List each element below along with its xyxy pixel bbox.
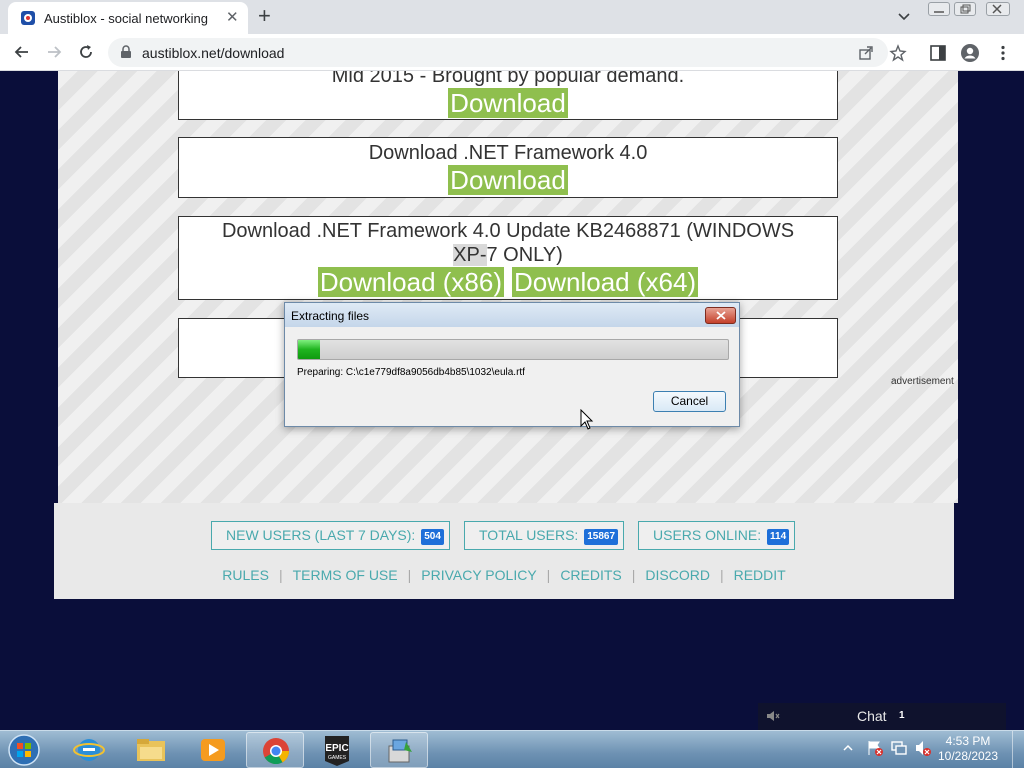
taskbar-chrome[interactable] bbox=[246, 732, 304, 768]
progress-fill bbox=[298, 340, 320, 359]
back-arrow-icon[interactable] bbox=[12, 42, 32, 62]
dialog-title: Extracting files bbox=[291, 309, 370, 323]
dialog-titlebar[interactable]: Extracting files bbox=[285, 303, 739, 327]
netfx-box: Download .NET Framework 4.0 Download bbox=[178, 137, 838, 198]
stat-total-users-count: 15867 bbox=[584, 529, 619, 545]
forward-arrow-icon[interactable] bbox=[44, 42, 64, 62]
internet-explorer-icon bbox=[73, 739, 105, 761]
new-tab-icon[interactable]: + bbox=[258, 3, 271, 29]
stat-users-online-label: USERS ONLINE: bbox=[653, 527, 762, 543]
legacy-download-button[interactable]: Download bbox=[448, 88, 568, 118]
netfx-download-button[interactable]: Download bbox=[448, 165, 568, 195]
tab-title: Austiblox - social networking bbox=[44, 11, 209, 26]
address-bar[interactable]: austiblox.net/download bbox=[108, 38, 888, 67]
extraction-progress-bar bbox=[297, 339, 729, 360]
footer-links: RULES | TERMS OF USE | PRIVACY POLICY | CREDIT… bbox=[54, 567, 954, 583]
url-text: austiblox.net/download bbox=[142, 45, 285, 61]
stat-users-online-count: 114 bbox=[767, 529, 790, 545]
kb-heading-rest: 7 ONLY) bbox=[486, 244, 563, 266]
browser-tab[interactable]: Austiblox - social networking ✕ bbox=[8, 2, 248, 34]
epic-logo-text: EPIC bbox=[325, 743, 348, 754]
netfx-heading: Download .NET Framework 4.0 bbox=[368, 142, 648, 164]
link-separator: | bbox=[546, 567, 551, 583]
bookmark-star-icon[interactable] bbox=[889, 44, 907, 62]
reload-icon[interactable] bbox=[76, 42, 96, 62]
legacy-client-heading: Mid 2015 - Brought by popular demand. bbox=[331, 71, 685, 87]
cancel-button[interactable]: Cancel bbox=[653, 391, 726, 412]
advertisement-label: advertisement bbox=[891, 376, 954, 387]
link-separator: | bbox=[407, 567, 412, 583]
stat-new-users-label: NEW USERS (LAST 7 DAYS): bbox=[226, 527, 416, 543]
close-icon bbox=[716, 311, 726, 320]
download-x64-button[interactable]: Download (x64) bbox=[512, 267, 699, 297]
austiblox-favicon-icon bbox=[21, 11, 35, 25]
folder-icon bbox=[137, 739, 165, 761]
media-player-icon bbox=[201, 739, 225, 761]
extraction-status-text: Preparing: C:\c1e779df8a9056db4b85\1032\… bbox=[297, 367, 525, 378]
chat-bar[interactable]: Chat 1 bbox=[758, 703, 1006, 730]
epic-logo-subtext: GAMES bbox=[328, 755, 347, 761]
link-separator: | bbox=[631, 567, 636, 583]
chrome-icon bbox=[263, 738, 290, 765]
taskbar-media-player[interactable] bbox=[184, 732, 242, 768]
footer-link-rules[interactable]: RULES bbox=[222, 567, 269, 583]
network-icon[interactable] bbox=[890, 739, 908, 757]
kb-update-heading-line2: XP-7 ONLY) bbox=[179, 243, 837, 267]
mouse-cursor-icon bbox=[580, 409, 594, 430]
footer-link-credits[interactable]: CREDITS bbox=[560, 567, 621, 583]
chat-label[interactable]: Chat bbox=[857, 708, 887, 724]
legacy-client-box: Mid 2015 - Brought by popular demand. Do… bbox=[178, 71, 838, 120]
taskbar-installer[interactable] bbox=[370, 732, 428, 768]
download-x86-button[interactable]: Download (x86) bbox=[317, 267, 504, 297]
footer-link-discord[interactable]: DISCORD bbox=[645, 567, 710, 583]
action-center-flag-icon[interactable] bbox=[866, 739, 884, 757]
kb-heading-highlight: XP- bbox=[453, 244, 487, 266]
share-icon[interactable] bbox=[857, 44, 875, 62]
footer-link-privacy[interactable]: PRIVACY POLICY bbox=[421, 567, 536, 583]
restore-button[interactable] bbox=[954, 2, 976, 16]
stat-users-online[interactable]: USERS ONLINE: 114 bbox=[638, 521, 796, 550]
kb-update-heading-line1: Download .NET Framework 4.0 Update KB246… bbox=[221, 220, 795, 242]
browser-toolbar: austiblox.net/download bbox=[0, 34, 1024, 71]
taskbar-internet-explorer[interactable] bbox=[60, 732, 118, 768]
site-footer: NEW USERS (LAST 7 DAYS): 504 TOTAL USERS… bbox=[54, 503, 954, 599]
show-hidden-icons-chevron-icon[interactable] bbox=[842, 739, 854, 757]
kb-update-box: Download .NET Framework 4.0 Update KB246… bbox=[178, 216, 838, 300]
link-separator: | bbox=[719, 567, 724, 583]
footer-link-reddit[interactable]: REDDIT bbox=[734, 567, 786, 583]
installer-icon bbox=[388, 739, 412, 763]
start-button-icon[interactable] bbox=[6, 733, 42, 767]
taskbar-file-explorer[interactable] bbox=[122, 732, 180, 768]
chat-count-badge: 1 bbox=[899, 710, 905, 721]
tab-close-icon[interactable]: ✕ bbox=[226, 8, 239, 26]
stat-new-users-count: 504 bbox=[421, 529, 444, 545]
close-window-button[interactable] bbox=[986, 2, 1010, 16]
dialog-close-button[interactable] bbox=[705, 307, 736, 324]
lock-icon[interactable] bbox=[120, 45, 132, 59]
minimize-button[interactable] bbox=[928, 2, 950, 16]
tab-search-chevron-icon[interactable] bbox=[895, 8, 913, 26]
taskbar-epic-games[interactable]: EPIC GAMES bbox=[308, 732, 366, 768]
show-desktop-button[interactable] bbox=[1012, 731, 1024, 768]
taskbar-clock[interactable]: 4:53 PM 10/28/2023 bbox=[926, 734, 1010, 764]
extracting-files-dialog: Extracting files Preparing: C:\c1e779df8… bbox=[284, 302, 740, 427]
kebab-menu-icon[interactable] bbox=[994, 44, 1012, 62]
side-panel-icon[interactable] bbox=[929, 44, 947, 62]
muted-speaker-icon[interactable] bbox=[766, 710, 780, 722]
clock-date: 10/28/2023 bbox=[937, 749, 999, 763]
stat-total-users[interactable]: TOTAL USERS: 15867 bbox=[464, 521, 625, 550]
windows-taskbar: EPIC GAMES 4:53 PM 10/28/2023 bbox=[0, 730, 1024, 768]
download-content: Mid 2015 - Brought by popular demand. Do… bbox=[58, 71, 958, 503]
footer-link-terms[interactable]: TERMS OF USE bbox=[293, 567, 398, 583]
profile-avatar-icon[interactable] bbox=[960, 43, 980, 63]
clock-time: 4:53 PM bbox=[945, 734, 991, 748]
stat-total-users-label: TOTAL USERS: bbox=[479, 527, 579, 543]
link-separator: | bbox=[278, 567, 283, 583]
epic-games-icon: EPICGAMES bbox=[325, 736, 349, 766]
stat-new-users[interactable]: NEW USERS (LAST 7 DAYS): 504 bbox=[211, 521, 450, 550]
tab-strip: Austiblox - social networking ✕ + bbox=[0, 0, 1024, 34]
